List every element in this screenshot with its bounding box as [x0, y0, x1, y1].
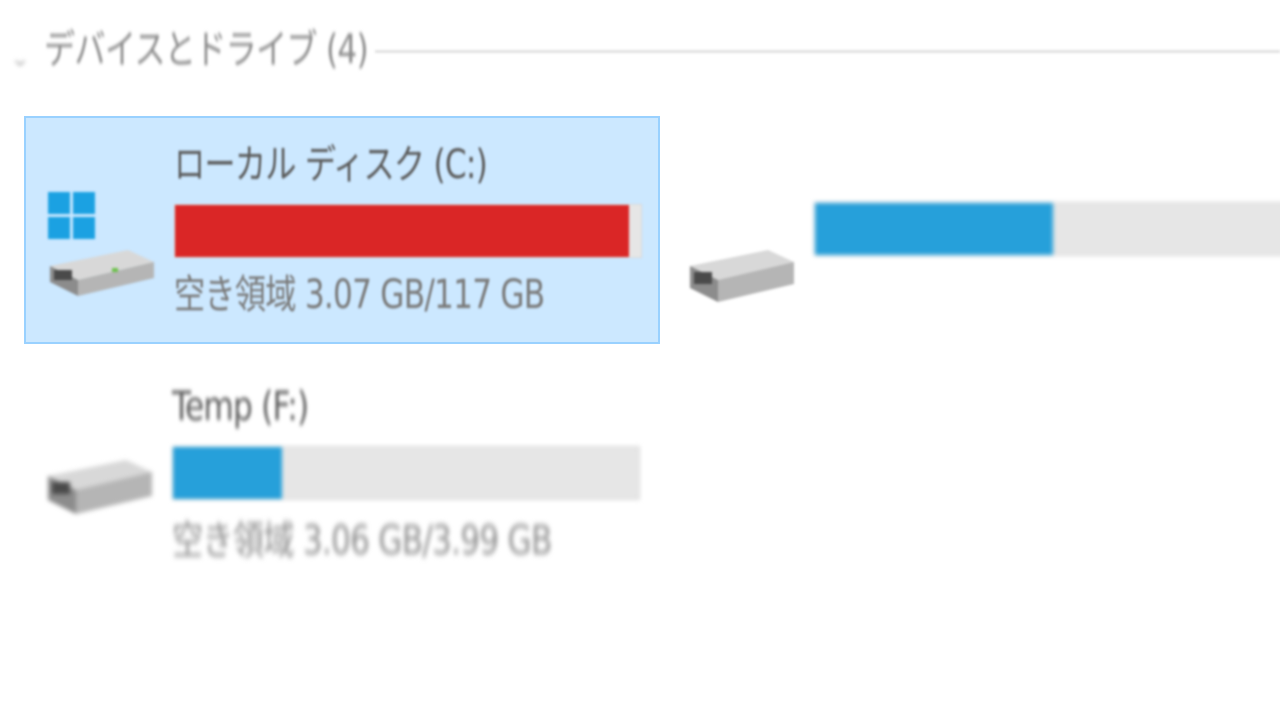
hard-drive-icon — [48, 460, 152, 514]
drive-usage-fill — [173, 447, 282, 499]
section-divider — [375, 50, 1280, 53]
drive-free-space: 空き領域 3.06 GB/3.99 GB — [172, 518, 552, 564]
section-header-devices-and-drives[interactable]: ⌄ デバイスとドライブ (4) — [0, 8, 1280, 88]
drive-usage-bar — [174, 204, 642, 258]
drive-free-space: 空き領域 3.07 GB/117 GB — [174, 272, 545, 318]
drive-tile-obscured[interactable] — [666, 116, 1280, 344]
chevron-down-icon[interactable]: ⌄ — [10, 44, 30, 72]
drive-name: ローカル ディスク (C:) — [174, 142, 488, 188]
drive-usage-bar — [172, 446, 640, 500]
windows-system-drive-icon — [48, 192, 154, 296]
drive-tile-c[interactable]: ローカル ディスク (C:) 空き領域 3.07 GB/117 GB — [24, 116, 660, 344]
drive-name: Temp (F:) — [172, 384, 309, 430]
drive-usage-fill — [175, 205, 629, 257]
hard-drive-icon — [690, 250, 794, 302]
section-title: デバイスとドライブ (4) — [44, 27, 369, 73]
drive-usage-fill — [815, 203, 1053, 255]
drive-tile-f[interactable]: Temp (F:) 空き領域 3.06 GB/3.99 GB — [24, 356, 660, 584]
drive-usage-bar — [814, 202, 1280, 256]
